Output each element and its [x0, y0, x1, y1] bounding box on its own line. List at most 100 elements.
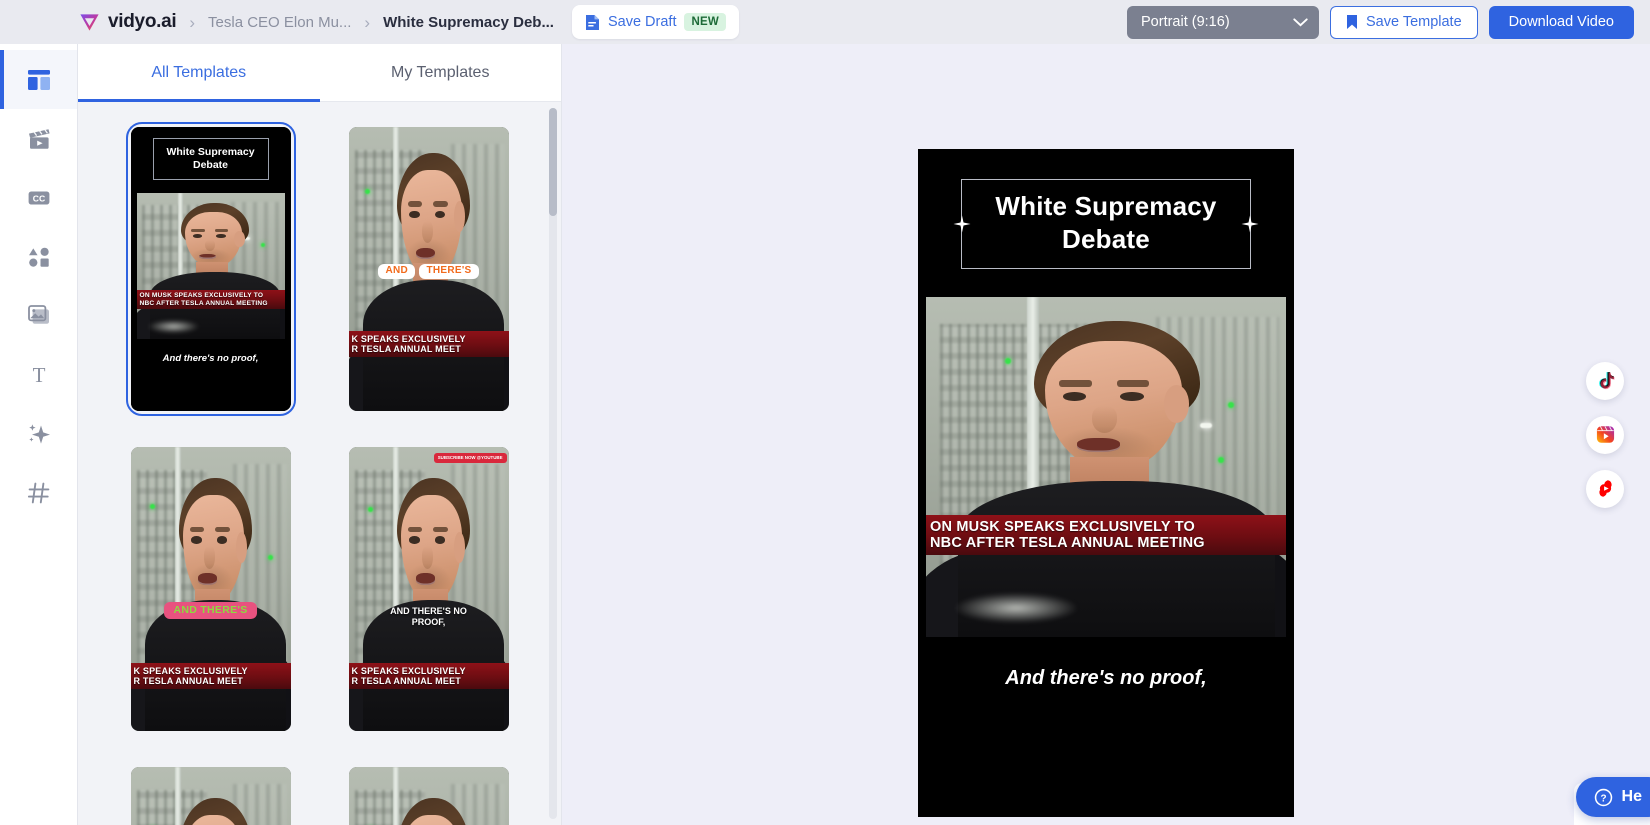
share-instagram-reels-button[interactable] — [1586, 415, 1624, 454]
bookmark-icon — [1347, 15, 1357, 29]
new-badge: NEW — [684, 13, 726, 31]
stage-title-text: White Supremacy Debate — [995, 190, 1217, 254]
cc-icon: CC — [28, 191, 49, 204]
sidebar-item-templates[interactable] — [0, 50, 77, 109]
video-stage[interactable]: White Supremacy Debate ON MUSK SPEAKS EX… — [918, 149, 1294, 817]
image-icon — [27, 304, 49, 324]
template-preview-1: White Supremacy Debate ON MUSK SPEAKS EX… — [130, 127, 291, 411]
tool-rail: CC T — [0, 44, 78, 825]
save-draft-label: Save Draft — [607, 14, 677, 30]
ticker-line-1: ON MUSK SPEAKS EXCLUSIVELY TO — [139, 292, 264, 300]
layout-icon — [27, 69, 50, 90]
template-1-title: White Supremacy Debate — [152, 138, 269, 180]
tab-my-templates[interactable]: My Templates — [320, 44, 562, 101]
download-video-button[interactable]: Download Video — [1488, 5, 1634, 39]
sidebar-item-text[interactable]: T — [0, 345, 77, 404]
save-draft-button[interactable]: Save Draft NEW — [571, 5, 739, 39]
share-tiktok-button[interactable] — [1586, 361, 1624, 400]
template-3-overlay-caption: AND THERE'S — [131, 600, 291, 620]
shapes-icon — [28, 247, 49, 267]
video-frame — [348, 767, 509, 825]
sidebar-item-images[interactable] — [0, 286, 77, 345]
sparkle-icon — [28, 423, 50, 444]
sidebar-item-media[interactable] — [0, 109, 77, 168]
overlay-line-2: THERE'S — [419, 264, 479, 279]
template-preview-4: SUBSCRIBE NOW @YOUTUBE AND THERE'S NO PR… — [348, 447, 509, 731]
svg-text:?: ? — [1600, 793, 1606, 804]
template-preview-3: AND THERE'S K SPEAKS EXCLUSIVELY R TESLA… — [130, 447, 291, 731]
sidebar-item-magic[interactable] — [0, 404, 77, 463]
template-4-ticker: K SPEAKS EXCLUSIVELY R TESLA ANNUAL MEET — [348, 662, 509, 689]
template-card-1[interactable]: White Supremacy Debate ON MUSK SPEAKS EX… — [125, 122, 296, 416]
template-card-5[interactable] — [130, 767, 291, 825]
template-1-title-area: White Supremacy Debate — [130, 127, 291, 191]
stage-title-block[interactable]: White Supremacy Debate — [918, 149, 1294, 297]
template-1-caption-area: And there's no proof, — [130, 341, 291, 411]
template-1-video: ON MUSK SPEAKS EXCLUSIVELY TO NBC AFTER … — [136, 193, 285, 339]
breadcrumb-item-current[interactable]: White Supremacy Deb... — [383, 14, 554, 31]
svg-text:CC: CC — [32, 193, 44, 203]
chevron-down-icon — [1293, 17, 1308, 27]
video-frame — [130, 767, 291, 825]
text-t-icon: T — [32, 363, 45, 387]
document-icon — [585, 14, 599, 30]
template-preview-5 — [130, 767, 291, 825]
sidebar-item-elements[interactable] — [0, 227, 77, 286]
tab-my-templates-label: My Templates — [391, 63, 490, 81]
template-card-3[interactable]: AND THERE'S K SPEAKS EXCLUSIVELY R TESLA… — [130, 447, 291, 731]
panel-tabs: All Templates My Templates — [78, 44, 561, 102]
ticker-line-1: K SPEAKS EXCLUSIVELY — [133, 665, 248, 676]
overlay-line-1: AND THERE'S — [164, 602, 257, 620]
overlay-line-1: AND THERE'S NO — [390, 606, 467, 617]
templates-scrollbar-thumb[interactable] — [549, 108, 557, 216]
svg-text:T: T — [32, 363, 45, 387]
templates-grid: White Supremacy Debate ON MUSK SPEAKS EX… — [78, 102, 561, 825]
tab-all-templates-label: All Templates — [151, 63, 247, 81]
stage-video-block[interactable]: ON MUSK SPEAKS EXCLUSIVELY TO NBC AFTER … — [918, 297, 1294, 641]
editor-canvas[interactable]: White Supremacy Debate ON MUSK SPEAKS EX… — [562, 44, 1650, 825]
tab-all-templates[interactable]: All Templates — [78, 44, 320, 102]
templates-scrollbar-track[interactable] — [549, 108, 557, 819]
ticker-line-1: ON MUSK SPEAKS EXCLUSIVELY TO — [930, 518, 1195, 535]
template-2-ticker: K SPEAKS EXCLUSIVELY R TESLA ANNUAL MEET — [348, 330, 509, 357]
ticker-line-2: NBC AFTER TESLA ANNUAL MEETING — [139, 299, 268, 307]
template-preview-6 — [348, 767, 509, 825]
help-button-label: He — [1621, 788, 1642, 805]
app-root: vidyo.ai › Tesla CEO Elon Mu... › White … — [0, 0, 1650, 825]
app-header: vidyo.ai › Tesla CEO Elon Mu... › White … — [0, 0, 1650, 44]
template-card-4[interactable]: SUBSCRIBE NOW @YOUTUBE AND THERE'S NO PR… — [348, 447, 509, 731]
ticker-line-2: R TESLA ANNUAL MEET — [133, 675, 243, 686]
overlay-line-1: AND — [378, 264, 416, 279]
share-youtube-shorts-button[interactable] — [1586, 469, 1624, 508]
video-frame: ON MUSK SPEAKS EXCLUSIVELY TO NBC AFTER … — [926, 297, 1286, 637]
help-button[interactable]: ? He — [1575, 777, 1650, 817]
stage-caption-block[interactable]: And there's no proof, — [918, 641, 1294, 817]
ticker-line-2: NBC AFTER TESLA ANNUAL MEETING — [930, 535, 1205, 552]
template-3-ticker: K SPEAKS EXCLUSIVELY R TESLA ANNUAL MEET — [130, 662, 291, 689]
app-body: CC T All Templates My Templates White Su… — [0, 44, 1650, 825]
template-preview-2: AND THERE'S K SPEAKS EXCLUSIVELY R TESLA… — [348, 127, 509, 411]
overlay-line-2: PROOF, — [411, 617, 446, 628]
template-card-2[interactable]: AND THERE'S K SPEAKS EXCLUSIVELY R TESLA… — [348, 127, 509, 411]
templates-scroll-area[interactable]: White Supremacy Debate ON MUSK SPEAKS EX… — [78, 102, 561, 825]
hashtag-icon — [27, 482, 49, 503]
question-mark-icon: ? — [1594, 788, 1612, 806]
aspect-ratio-select[interactable]: Portrait (9:16) — [1127, 5, 1319, 39]
stage-news-ticker: ON MUSK SPEAKS EXCLUSIVELY TO NBC AFTER … — [926, 514, 1286, 556]
template-card-6[interactable] — [348, 767, 509, 825]
social-share-rail — [1586, 361, 1624, 508]
sidebar-item-hashtags[interactable] — [0, 463, 77, 522]
brand-logo[interactable]: vidyo.ai — [78, 11, 177, 34]
resize-handle-left-icon[interactable] — [953, 215, 971, 233]
save-template-button[interactable]: Save Template — [1330, 5, 1478, 39]
breadcrumb-item-project[interactable]: Tesla CEO Elon Mu... — [208, 14, 351, 31]
template-1-caption: And there's no proof, — [162, 353, 259, 364]
youtube-shorts-icon — [1598, 480, 1612, 497]
sidebar-item-captions[interactable]: CC — [0, 168, 77, 227]
video-frame — [136, 193, 285, 339]
template-4-overlay-caption: AND THERE'S NO PROOF, — [349, 606, 509, 629]
resize-handle-right-icon[interactable] — [1241, 215, 1259, 233]
clapperboard-icon — [28, 128, 50, 149]
ticker-line-1: K SPEAKS EXCLUSIVELY — [351, 665, 466, 676]
subscribe-badge-label: SUBSCRIBE NOW @YOUTUBE — [437, 455, 503, 460]
